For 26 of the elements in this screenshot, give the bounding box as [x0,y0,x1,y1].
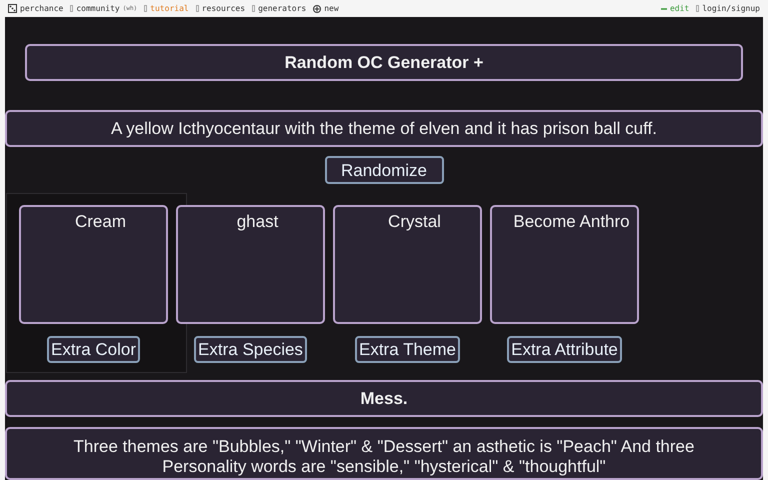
result-text: Cream [74,211,126,233]
randomize-button[interactable]: Randomize [324,156,444,184]
missing-glyph-icon [196,5,199,12]
description-text: A yellow Icthyocentaur with the theme of elven and it has prison ball cuff. [5,110,763,147]
dice-icon [8,4,17,13]
nav-link[interactable]: generators [252,2,306,14]
plus-circle-icon [313,4,322,12]
result-text: Become Anthro [513,211,630,233]
mess-heading: Mess. [5,380,763,417]
pencil-icon [660,6,667,10]
result-text: Crystal [388,211,441,233]
missing-glyph-icon [144,5,148,12]
nav-link[interactable]: resources [196,2,246,14]
missing-glyph-icon [70,5,74,12]
nav-link[interactable]: login/signup [696,2,760,14]
nav-link[interactable]: perchance [8,2,64,14]
mess-text: Three themes are "Bubbles," "Winter" & "Dessert" an asthetic is "Peach" And three Personality words are "sensible," "hysterical" & "thoughtful" [5,427,763,480]
nav-link[interactable]: new [313,2,339,14]
result-text: ghast [236,211,278,233]
title-banner: Random OC Generator + [25,44,743,81]
missing-glyph-icon [696,5,700,12]
missing-glyph-icon [252,5,256,12]
extra-button[interactable]: Extra Attribute [507,336,622,363]
extra-button[interactable]: Extra Theme [354,336,460,363]
extra-button[interactable]: Extra Color [46,336,140,363]
extra-button[interactable]: Extra Species [194,336,307,363]
